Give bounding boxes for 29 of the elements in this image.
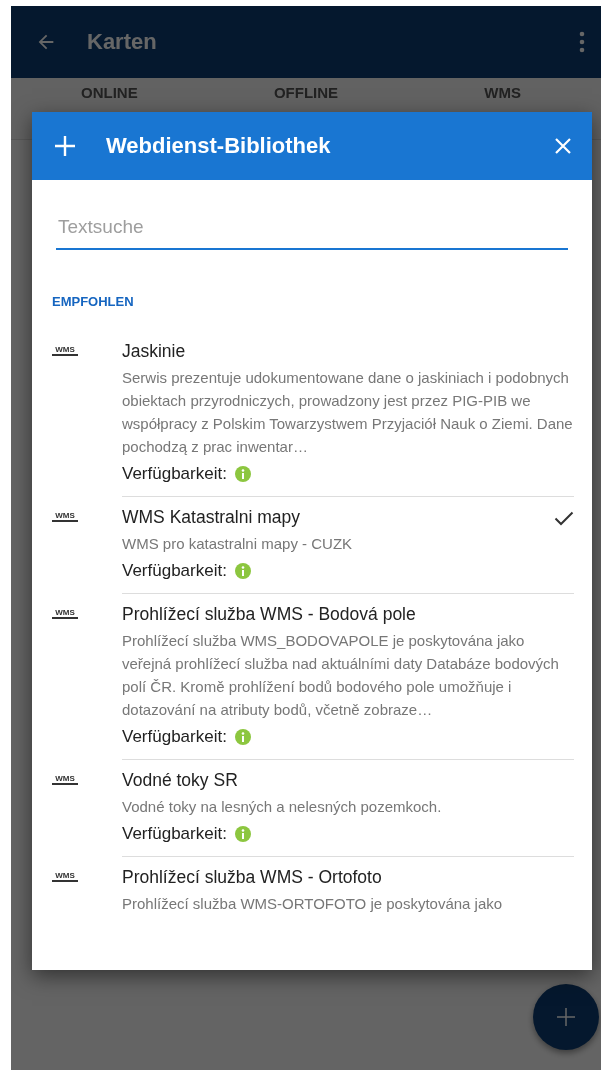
service-row[interactable]: WMS Vodné toky SR Vodné toky na lesných a nelesných pozemkoch. Verfügbarkeit: — [32, 760, 592, 857]
service-title[interactable]: Vodné toky SR — [122, 770, 574, 791]
service-description: Prohlížecí služba WMS_BODOVAPOLE je poskytována jako veřejná prohlížecí služba nad aktuálními daty Databáze bodových polí ČR. Kromě prohlížení bodů bodového pole umožňuje i dotazování na atributy bodů, včetně zobraze… — [122, 631, 560, 720]
plus-icon — [54, 135, 76, 157]
service-title[interactable]: Jaskinie — [122, 341, 574, 362]
availability-label: Verfügbarkeit: — [122, 727, 227, 747]
app-title: Karten — [87, 29, 158, 55]
close-icon — [554, 137, 572, 155]
service-description: Vodné toky na lesných a nelesných pozemkoch. — [122, 797, 443, 817]
close-button[interactable] — [554, 137, 572, 155]
more-icon — [579, 31, 585, 53]
add-button[interactable] — [54, 135, 76, 157]
service-title[interactable]: Prohlížecí služba WMS - Bodová pole — [122, 604, 574, 625]
service-description: Serwis prezentuje udokumentowane dane o jaskiniach i podobnych obiektach przyrodniczych, prowadzony jest przez PIG-PIB we współpracy z Polskim Towarzystwem Przyjaciół Nauk o Ziemi. Dane pochodzą z prac inwentar… — [122, 368, 574, 457]
service-title[interactable]: Prohlížecí služba WMS - Ortofoto — [122, 867, 574, 888]
service-row[interactable]: WMS Prohlížecí služba WMS - Ortofoto Prohlížecí služba WMS-ORTOFOTO je poskytována jako — [32, 857, 592, 927]
service-description: WMS pro katastralni mapy - CUZK — [122, 534, 354, 554]
dialog-title: Webdienst-Bibliothek — [106, 133, 332, 159]
service-description: Prohlížecí služba WMS-ORTOFOTO je poskytována jako — [122, 894, 504, 914]
add-fab[interactable] — [533, 984, 599, 1050]
availability-label: Verfügbarkeit: — [122, 561, 227, 581]
service-row[interactable]: WMS WMS Katastralni mapy WMS pro katastralni mapy - CUZK Verfügbarkeit: — [32, 497, 592, 594]
section-header: EMPFOHLEN — [52, 294, 135, 309]
checkmark-icon — [554, 509, 574, 526]
availability-label: Verfügbarkeit: — [122, 464, 227, 484]
availability-label: Verfügbarkeit: — [122, 824, 227, 844]
more-menu-button[interactable] — [579, 31, 585, 53]
plus-icon — [554, 1005, 578, 1029]
service-title[interactable]: WMS Katastralni mapy — [122, 507, 554, 528]
